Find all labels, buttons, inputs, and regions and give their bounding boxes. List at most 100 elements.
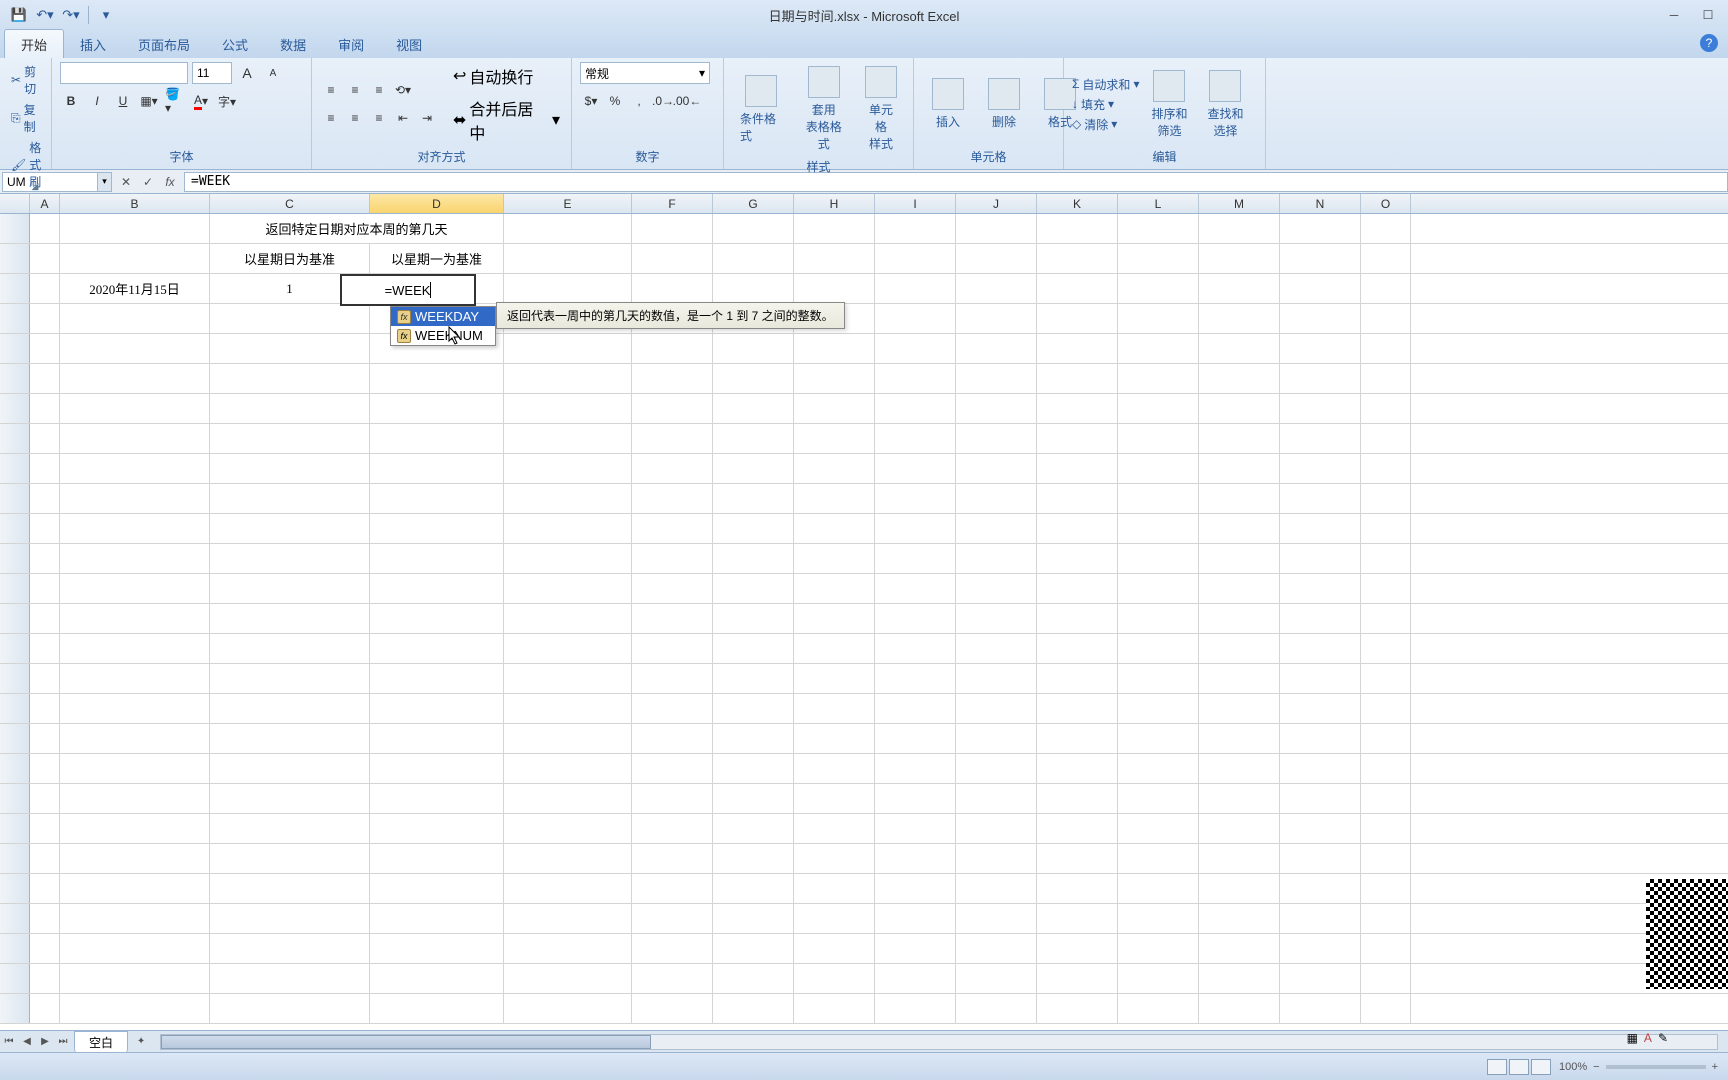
cell[interactable]: [1037, 604, 1118, 633]
cell[interactable]: [504, 994, 632, 1023]
align-right-button[interactable]: ≡: [368, 107, 390, 129]
row-header[interactable]: [0, 334, 30, 363]
clear-button[interactable]: ◇清除▾: [1072, 116, 1139, 133]
cell[interactable]: [956, 754, 1037, 783]
cell[interactable]: [632, 424, 713, 453]
cell[interactable]: [1280, 634, 1361, 663]
cell[interactable]: [794, 814, 875, 843]
cell[interactable]: [1037, 304, 1118, 333]
cell[interactable]: [713, 454, 794, 483]
cell[interactable]: [30, 874, 60, 903]
cell[interactable]: [713, 784, 794, 813]
cell[interactable]: [875, 514, 956, 543]
cell[interactable]: [632, 274, 713, 303]
cell[interactable]: [632, 514, 713, 543]
cell[interactable]: [632, 694, 713, 723]
cell[interactable]: [1361, 724, 1411, 753]
cell[interactable]: [956, 634, 1037, 663]
zoom-slider[interactable]: [1606, 1065, 1706, 1069]
cell[interactable]: [713, 754, 794, 783]
cell[interactable]: [210, 394, 370, 423]
cell[interactable]: [504, 424, 632, 453]
cell[interactable]: [210, 844, 370, 873]
cell[interactable]: [60, 544, 210, 573]
cell[interactable]: [210, 784, 370, 813]
cell[interactable]: [504, 364, 632, 393]
cell[interactable]: [632, 574, 713, 603]
row-header[interactable]: [0, 604, 30, 633]
cell[interactable]: [794, 754, 875, 783]
cell[interactable]: [1118, 514, 1199, 543]
cell[interactable]: [504, 244, 632, 273]
sheet-prev-button[interactable]: ◀: [18, 1033, 36, 1051]
cell[interactable]: [956, 844, 1037, 873]
cell[interactable]: [504, 814, 632, 843]
cell[interactable]: [1280, 814, 1361, 843]
cell[interactable]: [504, 844, 632, 873]
cell[interactable]: [370, 604, 504, 633]
tab-view[interactable]: 视图: [380, 30, 438, 58]
percent-button[interactable]: %: [604, 90, 626, 112]
cell[interactable]: [1361, 874, 1411, 903]
col-header-a[interactable]: A: [30, 194, 60, 213]
cell[interactable]: [60, 424, 210, 453]
align-middle-button[interactable]: ≡: [344, 79, 366, 101]
cell[interactable]: [632, 844, 713, 873]
qat-customize-icon[interactable]: ▾: [95, 4, 117, 26]
cell[interactable]: [504, 334, 632, 363]
cell[interactable]: [210, 754, 370, 783]
cell[interactable]: [713, 394, 794, 423]
cell[interactable]: [370, 784, 504, 813]
cell[interactable]: [30, 304, 60, 333]
cell[interactable]: [1118, 484, 1199, 513]
orientation-button[interactable]: ⟲▾: [392, 79, 414, 101]
cell[interactable]: [210, 664, 370, 693]
cell[interactable]: [1199, 634, 1280, 663]
horizontal-scrollbar[interactable]: [160, 1034, 1718, 1050]
cell[interactable]: [1280, 724, 1361, 753]
cell[interactable]: [1361, 844, 1411, 873]
row-header[interactable]: [0, 364, 30, 393]
cell[interactable]: [370, 484, 504, 513]
cell[interactable]: [60, 214, 210, 243]
tab-data[interactable]: 数据: [264, 30, 322, 58]
col-header-h[interactable]: H: [794, 194, 875, 213]
wrap-text-button[interactable]: ↩自动换行: [450, 63, 563, 89]
cell[interactable]: [60, 334, 210, 363]
cell[interactable]: [370, 634, 504, 663]
cell[interactable]: [794, 244, 875, 273]
select-all-corner[interactable]: [0, 194, 30, 213]
currency-button[interactable]: $▾: [580, 90, 602, 112]
cell[interactable]: [210, 874, 370, 903]
cell[interactable]: [1037, 424, 1118, 453]
cell-c2[interactable]: 以星期日为基准: [210, 244, 370, 273]
cell[interactable]: [1361, 784, 1411, 813]
cell[interactable]: [504, 484, 632, 513]
cell[interactable]: [1118, 364, 1199, 393]
cell[interactable]: [632, 934, 713, 963]
cell[interactable]: [210, 364, 370, 393]
cell[interactable]: [30, 244, 60, 273]
cell[interactable]: [210, 634, 370, 663]
cell[interactable]: [370, 754, 504, 783]
cell[interactable]: [1199, 454, 1280, 483]
cell[interactable]: [1199, 544, 1280, 573]
col-header-j[interactable]: J: [956, 194, 1037, 213]
row-header[interactable]: [0, 814, 30, 843]
cell[interactable]: [1361, 754, 1411, 783]
cell[interactable]: [632, 394, 713, 423]
col-header-n[interactable]: N: [1280, 194, 1361, 213]
cell[interactable]: [794, 934, 875, 963]
cell[interactable]: [1118, 964, 1199, 993]
border-button[interactable]: ▦▾: [138, 90, 160, 112]
cell-d2[interactable]: 以星期一为基准: [370, 244, 504, 273]
cell[interactable]: [1037, 994, 1118, 1023]
insert-function-button[interactable]: fx: [160, 173, 180, 191]
cell[interactable]: [370, 544, 504, 573]
cell[interactable]: [1280, 484, 1361, 513]
cell[interactable]: [1199, 424, 1280, 453]
sort-filter-button[interactable]: 排序和 筛选: [1143, 66, 1195, 143]
cell[interactable]: [504, 574, 632, 603]
sheet-tab-blank[interactable]: 空白: [74, 1031, 128, 1053]
cell[interactable]: [1037, 364, 1118, 393]
